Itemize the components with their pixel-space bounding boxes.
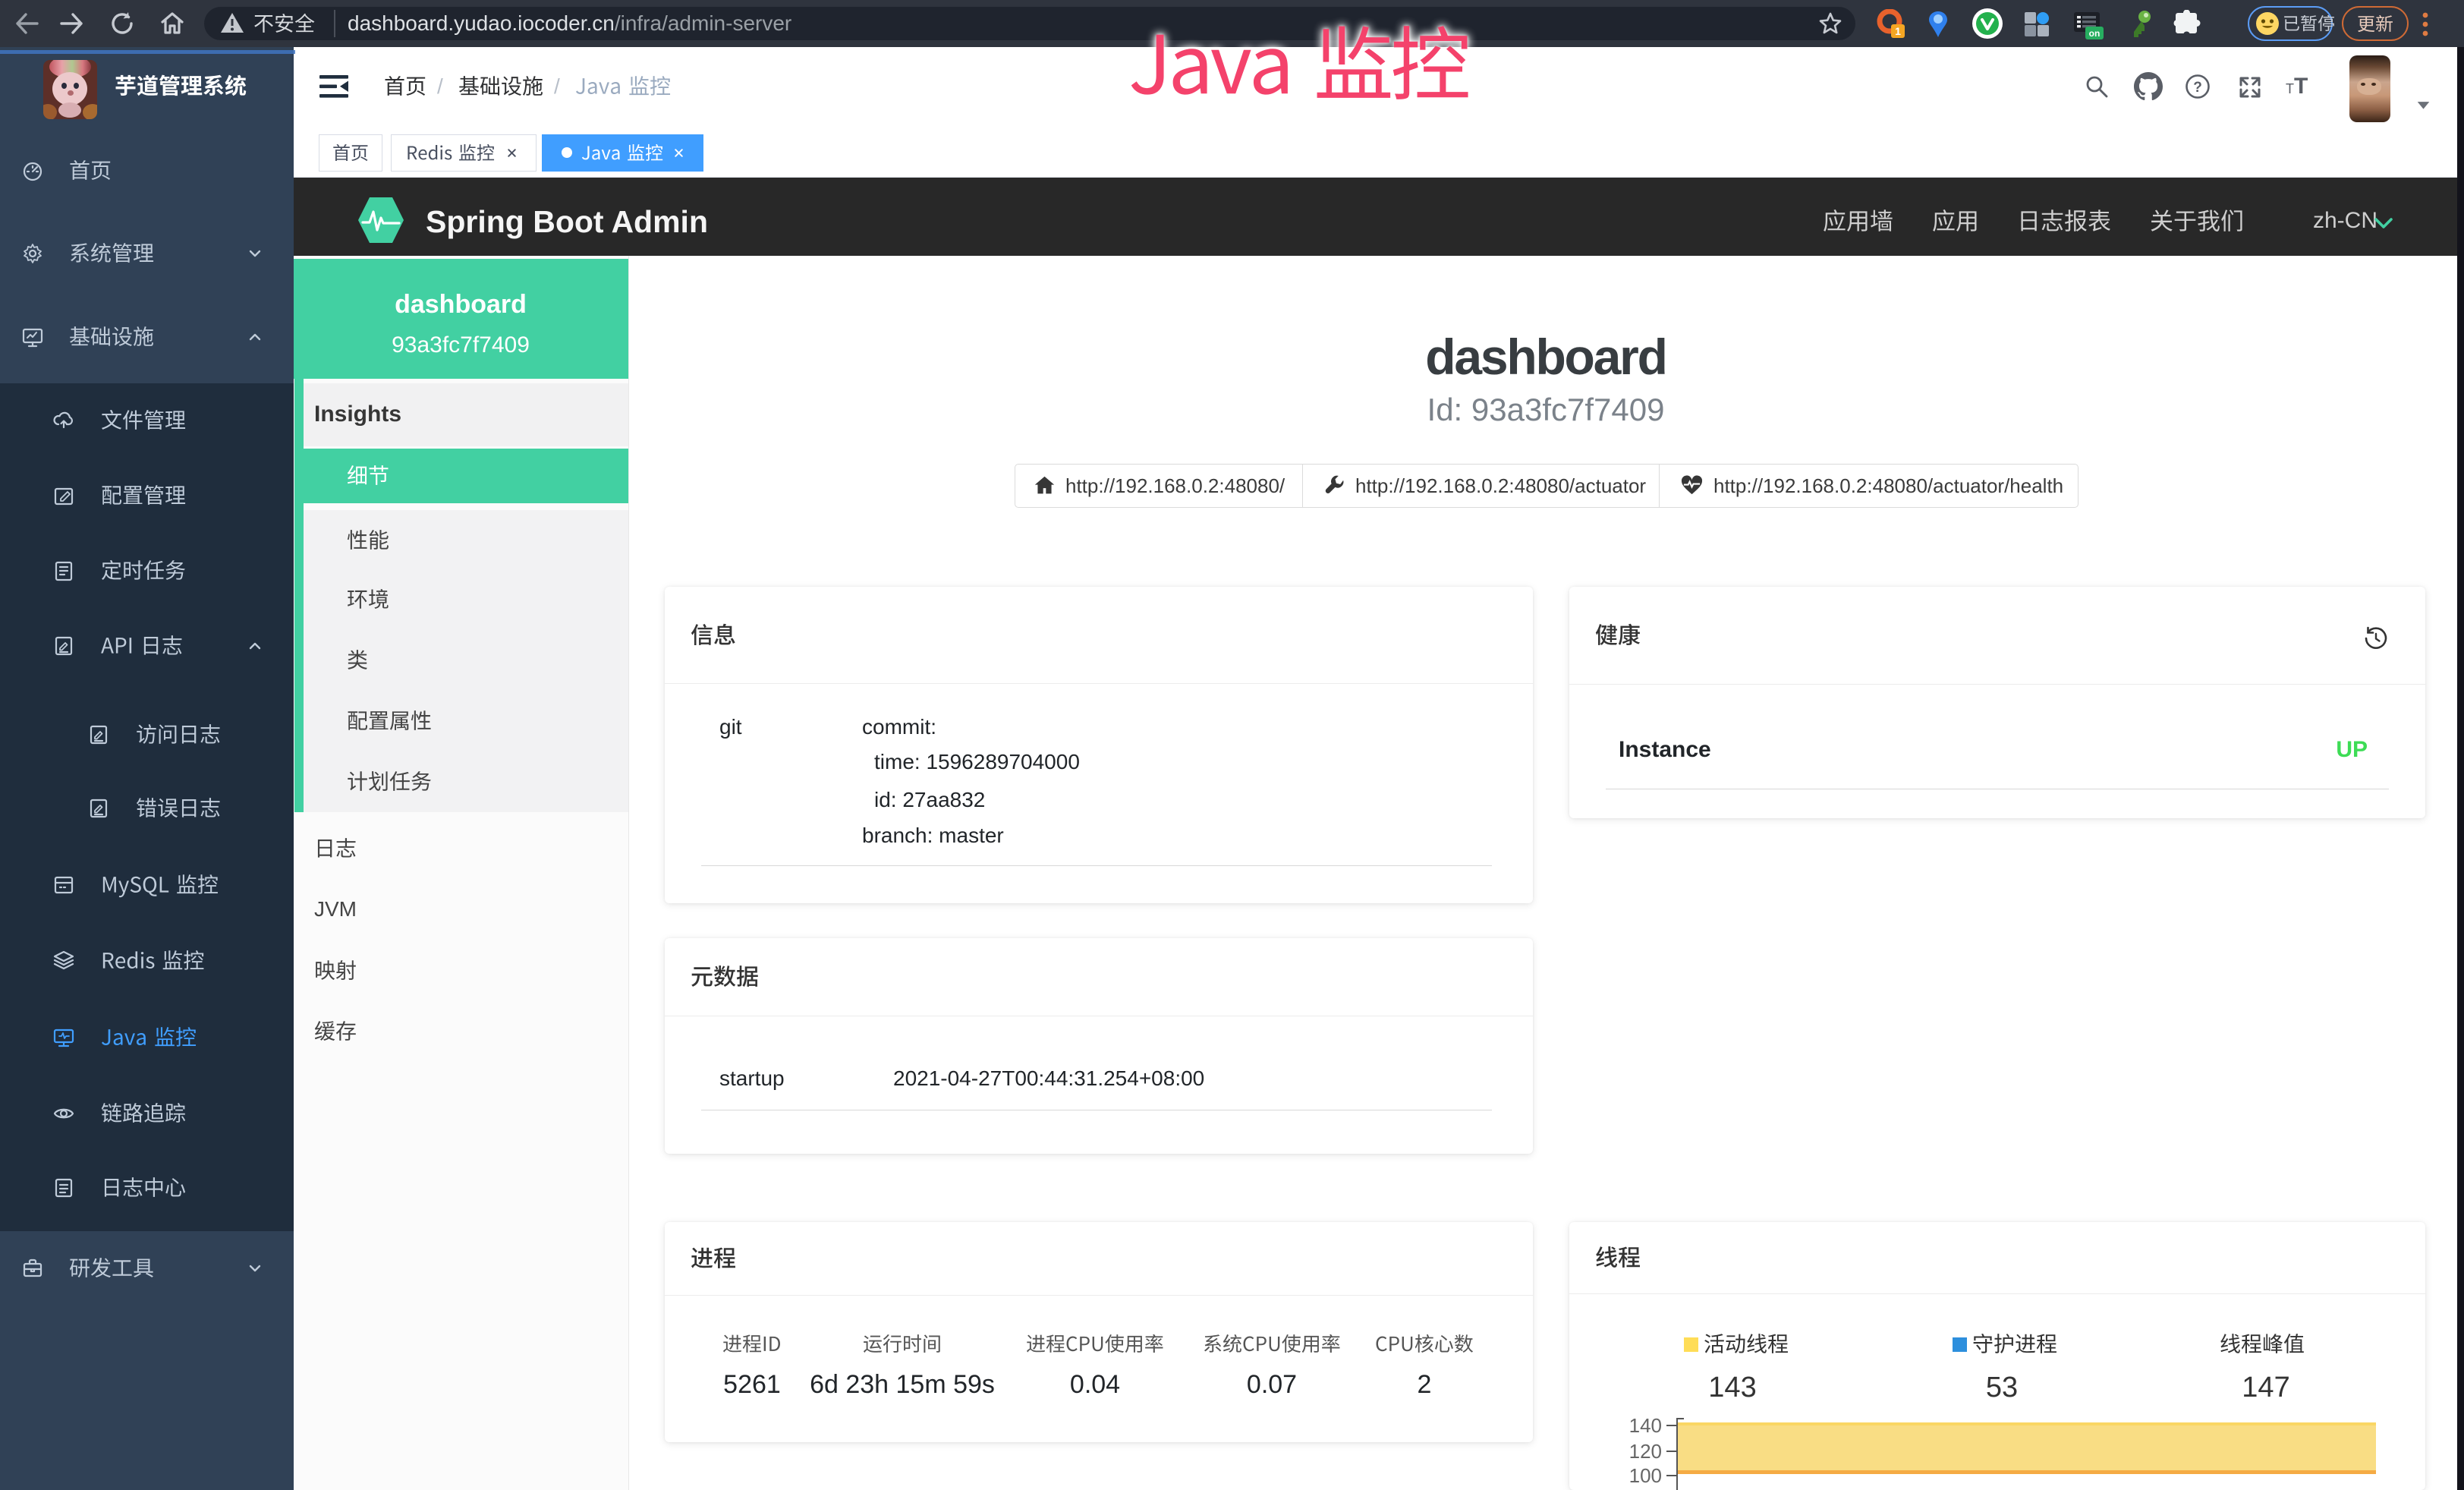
svg-text:1: 1 [1895,25,1901,37]
svg-text:on: on [2089,28,2101,39]
svg-text:?: ? [2193,80,2202,96]
